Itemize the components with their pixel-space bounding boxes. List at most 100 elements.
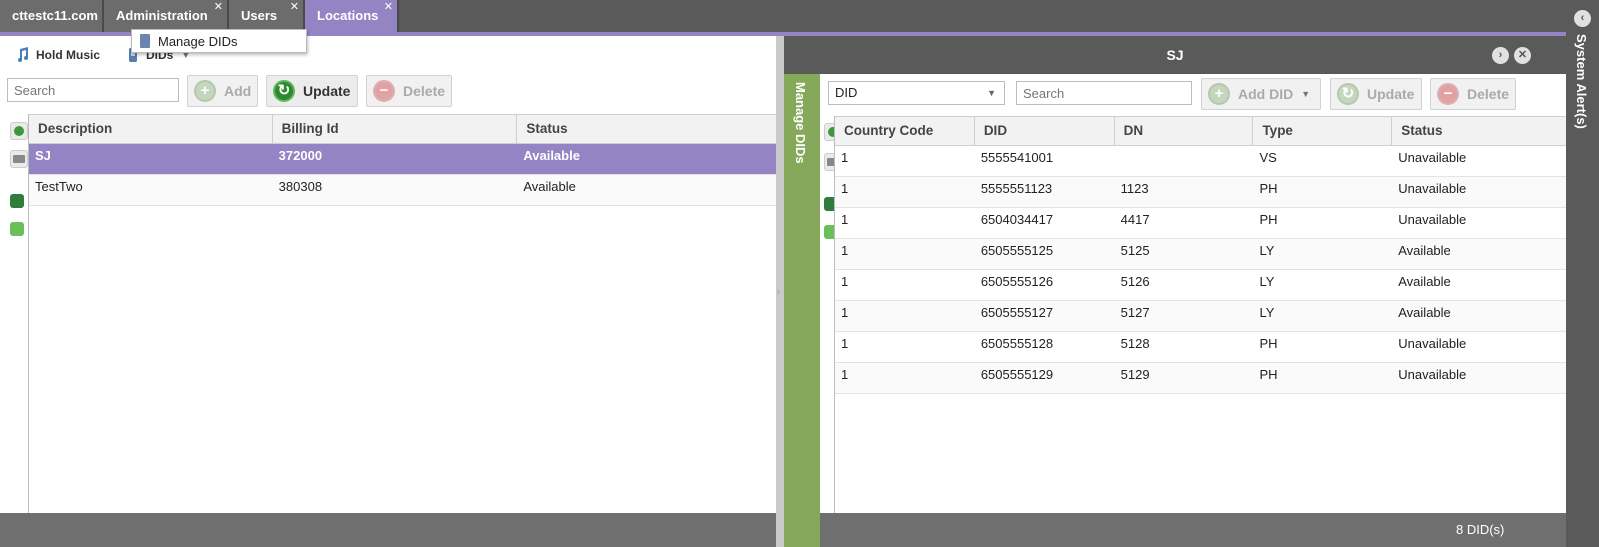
tab-label: Administration <box>116 8 208 23</box>
did-panel-title: SJ <box>1166 47 1184 63</box>
grid-header: Description Billing Id Status <box>29 114 776 144</box>
cell-country-code: 1 <box>841 212 849 227</box>
cell-type: VS <box>1259 150 1277 165</box>
did-search-input[interactable] <box>1016 81 1192 105</box>
locations-grid: Description Billing Id Status SJ 372000 … <box>28 114 776 513</box>
cell-type: PH <box>1259 181 1278 196</box>
delete-button[interactable]: − Delete <box>366 75 452 107</box>
did-delete-button[interactable]: − Delete <box>1430 78 1516 110</box>
column-header[interactable]: Country Code <box>835 117 975 145</box>
tab-users[interactable]: Users ✕ <box>229 0 305 32</box>
table-row[interactable]: 1 6505555128 5128 PH Unavailable <box>835 332 1566 363</box>
tab-locations[interactable]: Locations ✕ <box>305 0 399 32</box>
cell-dn: 5128 <box>1120 336 1150 351</box>
table-row[interactable]: 1 6505555126 5126 LY Available <box>835 270 1566 301</box>
cell-dn: 4417 <box>1120 212 1150 227</box>
filter-field-select[interactable]: DID ▼ <box>828 81 1005 105</box>
cell-dn <box>1115 146 1254 176</box>
cell-dn: 1123 <box>1120 181 1149 196</box>
table-row[interactable]: TestTwo 380308 Available <box>29 175 776 206</box>
table-row[interactable]: 1 6505555125 5125 LY Available <box>835 239 1566 270</box>
panel-splitter[interactable]: › <box>776 36 784 547</box>
close-icon[interactable]: ✕ <box>1514 47 1531 64</box>
tab-label: Locations <box>317 8 379 23</box>
cell-type: LY <box>1259 274 1275 289</box>
cell-status: Unavailable <box>1398 367 1467 382</box>
tab-label: Users <box>241 8 278 23</box>
print-icon[interactable] <box>10 150 28 168</box>
dids-dropdown-menu: Manage DIDs <box>131 29 307 53</box>
column-header[interactable]: Description <box>29 115 273 143</box>
table-row[interactable]: 1 6504034417 4417 PH Unavailable <box>835 208 1566 239</box>
cell-type: LY <box>1259 305 1275 320</box>
table-row[interactable]: 1 6505555129 5129 PH Unavailable <box>835 363 1566 394</box>
column-header[interactable]: Status <box>1392 117 1566 145</box>
add-button[interactable]: + Add <box>187 75 258 107</box>
did-delete-label: Delete <box>1467 86 1510 102</box>
table-row[interactable]: 1 6505555127 5127 LY Available <box>835 301 1566 332</box>
cell-country-code: 1 <box>841 336 849 351</box>
search-input[interactable] <box>7 78 179 102</box>
cell-did: 6505555129 <box>980 367 1054 382</box>
cell-status: Unavailable <box>1398 181 1467 196</box>
cell-country-code: 1 <box>841 150 849 165</box>
plus-circle-icon: + <box>194 80 216 102</box>
did-count-label: 8 DID(s) <box>1456 522 1505 537</box>
minus-circle-icon: − <box>373 80 395 102</box>
table-row[interactable]: 1 5555541001 VS Unavailable <box>835 146 1566 177</box>
cell-country-code: 1 <box>841 274 849 289</box>
cell-status: Available <box>1398 243 1451 258</box>
menu-item-manage-dids[interactable]: Manage DIDs <box>158 34 237 49</box>
column-header[interactable]: Billing Id <box>273 115 518 143</box>
expand-icon[interactable]: › <box>1492 47 1509 64</box>
table-row[interactable]: SJ 372000 Available <box>29 144 776 175</box>
tab-administration[interactable]: Administration ✕ <box>104 0 229 32</box>
chevron-left-icon[interactable]: ‹ <box>1574 10 1591 27</box>
table-row[interactable]: 1 5555551123 1123 PH Unavailable <box>835 177 1566 208</box>
hold-music-button[interactable]: Hold Music <box>16 47 100 63</box>
delete-label: Delete <box>403 83 446 99</box>
close-icon[interactable]: ✕ <box>384 0 393 23</box>
tab-domain[interactable]: cttestc11.com <box>0 0 104 32</box>
cell-status: Available <box>1398 305 1451 320</box>
update-button[interactable]: ↻ Update <box>266 75 358 107</box>
system-alerts-sidebar[interactable]: ‹ System Alert(s) <box>1566 0 1599 547</box>
did-footer: 8 DID(s) <box>820 513 1566 547</box>
add-did-button[interactable]: + Add DID ▼ <box>1201 78 1321 110</box>
cell-status: Available <box>523 148 580 163</box>
column-header[interactable]: DID <box>975 117 1115 145</box>
close-icon[interactable]: ✕ <box>290 0 299 23</box>
cell-type: PH <box>1259 336 1278 351</box>
minus-circle-icon: − <box>1437 83 1459 105</box>
cell-type: LY <box>1259 243 1275 258</box>
close-icon[interactable]: ✕ <box>214 0 223 23</box>
cell-did: 5555541001 <box>980 150 1054 165</box>
cell-dn: 5125 <box>1120 243 1150 258</box>
did-panel-header: SJ › ✕ <box>784 36 1566 74</box>
cell-dn: 5129 <box>1120 367 1150 382</box>
cell-did: 5555551123 <box>980 181 1053 196</box>
cell-did: 6504034417 <box>980 212 1054 227</box>
cell-did: 6505555126 <box>980 274 1054 289</box>
csv-export-icon[interactable] <box>10 222 24 236</box>
phone-icon <box>140 34 150 48</box>
tab-label: cttestc11.com <box>12 8 98 23</box>
did-update-button[interactable]: ↻ Update <box>1330 78 1422 110</box>
column-header[interactable]: Status <box>517 115 776 143</box>
filter-field-value: DID <box>835 85 858 100</box>
update-label: Update <box>303 83 351 99</box>
column-header[interactable]: DN <box>1115 117 1254 145</box>
music-note-icon <box>18 47 28 62</box>
update-icon: ↻ <box>1337 83 1359 105</box>
update-icon: ↻ <box>273 80 295 102</box>
locations-footer <box>0 513 776 547</box>
hold-music-label: Hold Music <box>36 48 101 62</box>
column-header[interactable]: Type <box>1253 117 1393 145</box>
refresh-icon[interactable] <box>10 122 28 140</box>
cell-status: Available <box>1398 274 1451 289</box>
cell-type: PH <box>1259 367 1278 382</box>
excel-export-icon[interactable] <box>10 194 24 208</box>
cell-did: 6505555125 <box>980 243 1054 258</box>
cell-billing-id: 380308 <box>278 179 323 194</box>
dids-grid: Country Code DID DN Type Status 1 5555541… <box>834 116 1566 513</box>
